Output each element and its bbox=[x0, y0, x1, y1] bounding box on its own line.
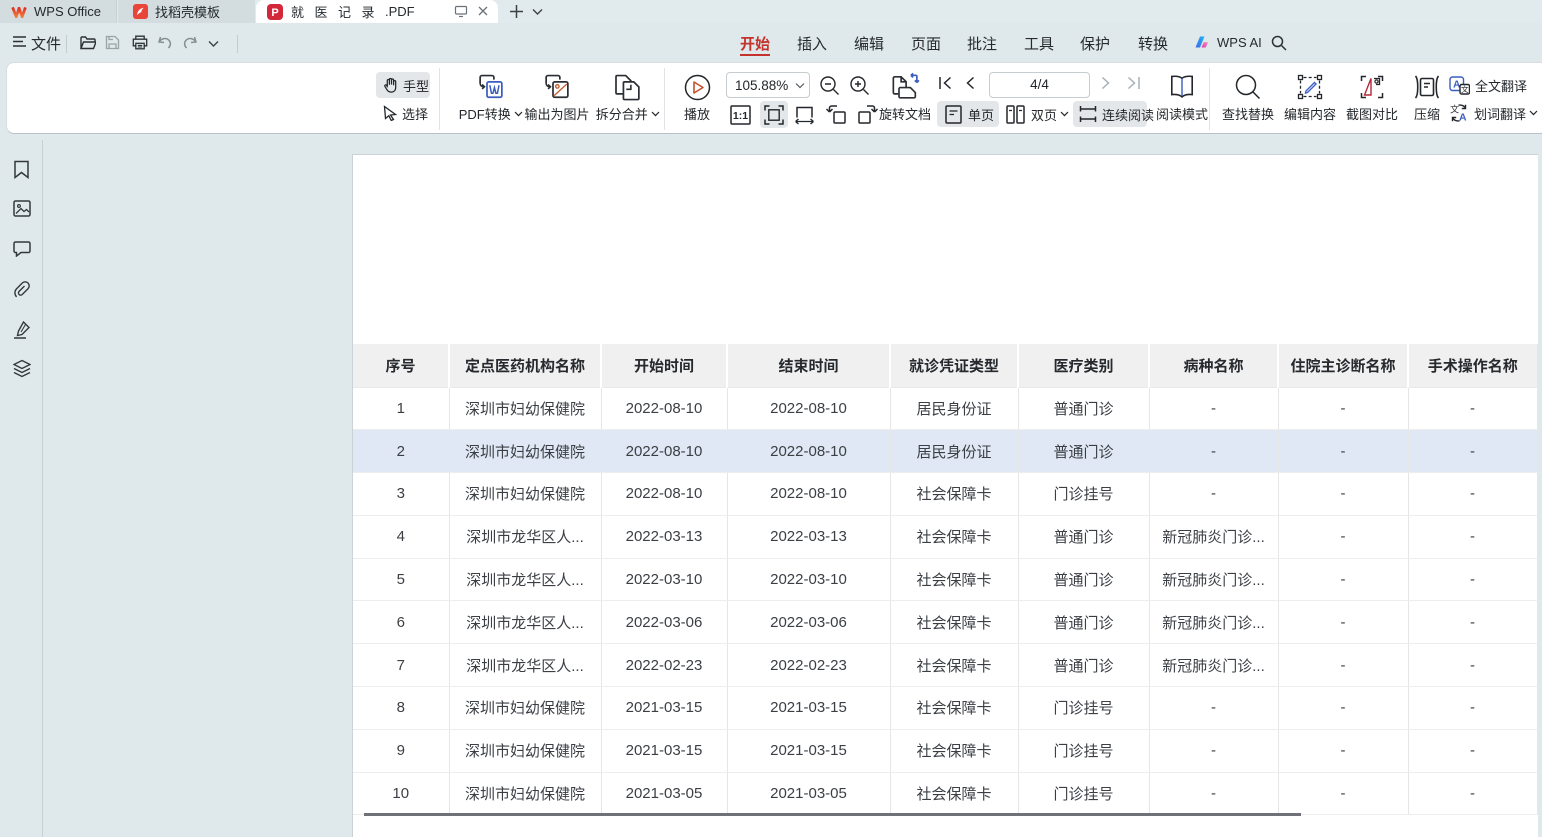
svg-text:A: A bbox=[1453, 79, 1460, 90]
svg-text:P: P bbox=[271, 7, 278, 19]
svg-text:文: 文 bbox=[1461, 83, 1469, 93]
svg-text:文: 文 bbox=[1450, 104, 1459, 115]
svg-text:A: A bbox=[1459, 112, 1467, 124]
svg-text:1:1: 1:1 bbox=[733, 110, 748, 122]
